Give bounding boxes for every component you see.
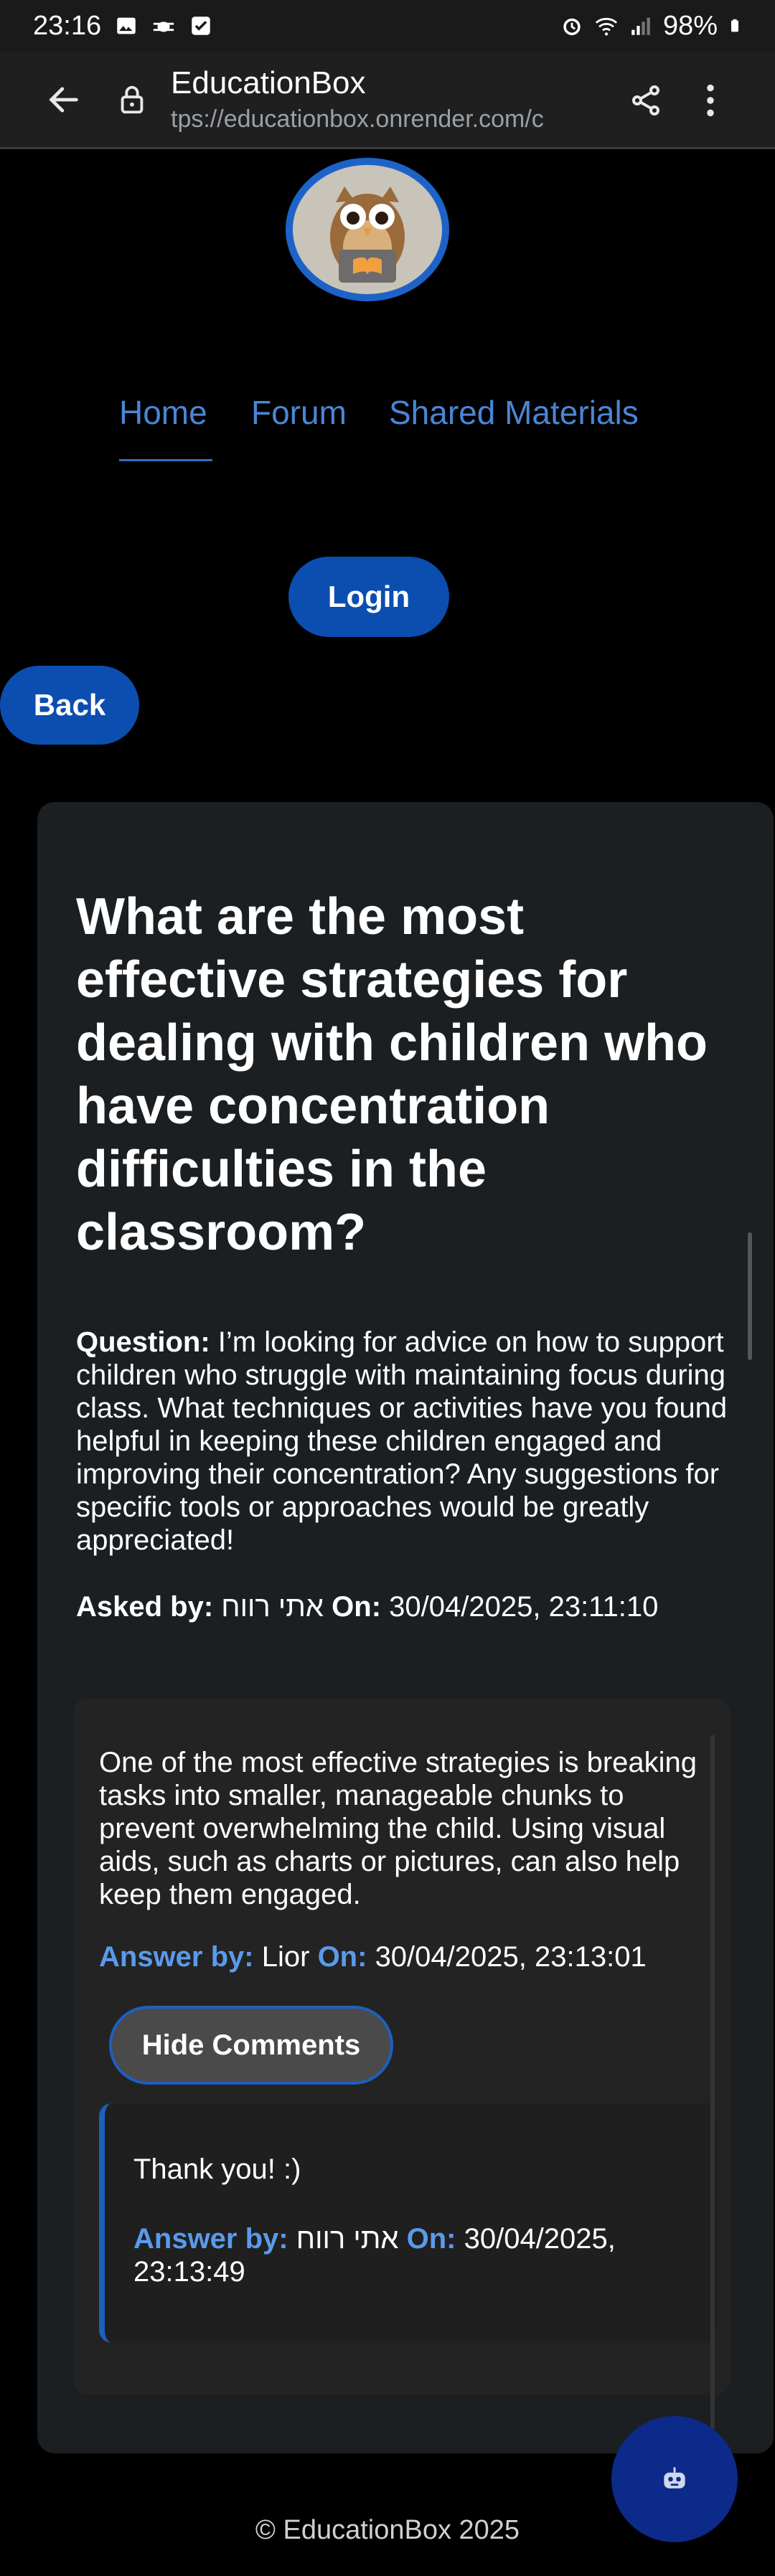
more-vert-icon[interactable] (689, 72, 732, 129)
question-date: 30/04/2025, 23:11:10 (389, 1591, 659, 1623)
question-label: Question: (76, 1326, 210, 1358)
answer-card: One of the most effective strategies is … (73, 1699, 731, 2395)
answer-author: Lior (261, 1941, 310, 1973)
battery-icon (731, 19, 738, 32)
on-label: On: (332, 1591, 382, 1623)
checkbox-icon (192, 16, 210, 35)
bug-icon (153, 22, 174, 32)
answer-by-label: Answer by: (99, 1941, 254, 1973)
comment-by-label: Answer by: (133, 2223, 288, 2255)
answer-meta: Answer by: Lior On: 30/04/2025, 23:13:01 (99, 1941, 716, 1973)
question-title: What are the most effective strategies f… (76, 888, 708, 1261)
lock-icon[interactable] (111, 78, 154, 121)
status-time: 23:16 (33, 10, 102, 41)
address-bar[interactable]: EducationBox tps://educationbox.onrender… (171, 65, 587, 133)
question-author: אתי רווח (221, 1591, 324, 1623)
page-title: EducationBox (171, 65, 366, 100)
question-meta: Asked by: אתי רווח On: 30/04/2025, 23:11… (76, 1591, 743, 1623)
scrollbar[interactable] (748, 1232, 752, 1360)
comment-on-label: On: (406, 2223, 456, 2255)
chatbot-icon (664, 2467, 685, 2488)
nav-shared-materials[interactable]: Shared Materials (389, 393, 639, 432)
login-button[interactable]: Login (288, 557, 449, 637)
status-bar: 23:16 98% (0, 0, 775, 52)
nav-home[interactable]: Home (119, 393, 207, 432)
gallery-icon (117, 17, 136, 34)
answer-scrollbar[interactable] (710, 1735, 715, 2429)
back-button[interactable]: Back (0, 666, 139, 745)
alarm-icon (563, 18, 581, 36)
share-icon[interactable] (617, 72, 675, 129)
wifi-icon (595, 17, 618, 36)
answer-on-label: On: (317, 1941, 367, 1973)
nav-forum[interactable]: Forum (251, 393, 347, 432)
battery-level: 98% (662, 10, 718, 41)
answer-date: 30/04/2025, 23:13:01 (375, 1941, 647, 1973)
asked-by-label: Asked by: (76, 1591, 214, 1623)
comment-text: Thank you! :) (133, 2153, 301, 2185)
comment-author: אתי רווח (296, 2223, 399, 2255)
browser-toolbar: EducationBox tps://educationbox.onrender… (0, 52, 775, 149)
owl-logo[interactable] (286, 158, 449, 301)
back-arrow-icon[interactable] (32, 67, 96, 132)
comment-card: Thank you! :) Answer by: אתי רווח On: 30… (99, 2103, 716, 2343)
page-url: tps://educationbox.onrender.com/c (171, 105, 544, 133)
main-nav: Home Forum Shared Materials (0, 393, 775, 461)
footer-copyright: © EducationBox 2025 (255, 2515, 520, 2545)
answer-text: One of the most effective strategies is … (99, 1747, 698, 1910)
question-card: What are the most effective strategies f… (37, 802, 774, 2453)
question-body: Question: I’m looking for advice on how … (76, 1326, 743, 1557)
signal-icon (631, 17, 650, 35)
nav-active-indicator (119, 459, 212, 461)
comment-meta: Answer by: אתי רווח On: 30/04/2025, 23:1… (133, 2222, 679, 2288)
question-text: I’m looking for advice on how to support… (76, 1326, 728, 1556)
hide-comments-button[interactable]: Hide Comments (109, 2006, 393, 2085)
